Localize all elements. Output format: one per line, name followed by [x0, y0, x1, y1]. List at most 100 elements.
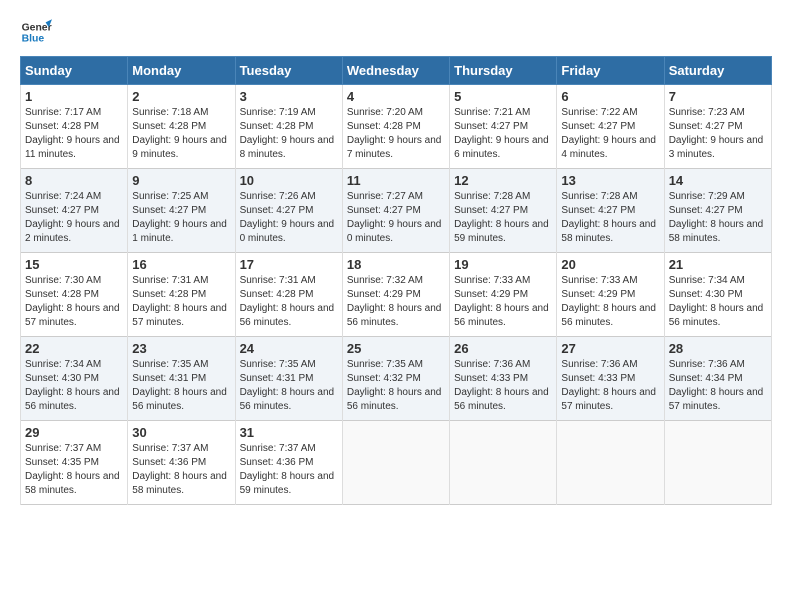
week-row-4: 22Sunrise: 7:34 AMSunset: 4:30 PMDayligh… — [21, 337, 772, 421]
week-row-3: 15 Sunrise: 7:30 AMSunset: 4:28 PMDayligh… — [21, 253, 772, 337]
day-number: 17 — [240, 257, 338, 272]
calendar-cell: 21 Sunrise: 7:34 AMSunset: 4:30 PMDayligh… — [664, 253, 771, 337]
header-day-friday: Friday — [557, 57, 664, 85]
calendar-cell: 28 Sunrise: 7:36 AMSunset: 4:34 PMDayligh… — [664, 337, 771, 421]
day-number: 25 — [347, 341, 445, 356]
day-info: Sunrise: 7:32 AMSunset: 4:29 PMDaylight:… — [347, 275, 442, 328]
day-number: 15 — [25, 257, 123, 272]
day-info: Sunrise: 7:18 AMSunset: 4:28 PMDaylight:… — [132, 107, 227, 160]
calendar-cell: 2 Sunrise: 7:18 AMSunset: 4:28 PMDaylight… — [128, 85, 235, 169]
svg-text:Blue: Blue — [22, 34, 45, 45]
day-info: Sunrise: 7:28 AMSunset: 4:27 PMDaylight:… — [454, 191, 549, 244]
calendar-cell: 17 Sunrise: 7:31 AMSunset: 4:28 PMDayligh… — [235, 253, 342, 337]
day-info: Sunrise: 7:28 AMSunset: 4:27 PMDaylight:… — [561, 191, 656, 244]
header: General Blue — [20, 16, 772, 48]
header-day-wednesday: Wednesday — [342, 57, 449, 85]
calendar-cell: 31 Sunrise: 7:37 AMSunset: 4:36 PMDayligh… — [235, 421, 342, 505]
day-info: Sunrise: 7:27 AMSunset: 4:27 PMDaylight:… — [347, 191, 442, 244]
header-day-saturday: Saturday — [664, 57, 771, 85]
day-number: 18 — [347, 257, 445, 272]
calendar-body: 1 Sunrise: 7:17 AMSunset: 4:28 PMDaylight… — [21, 85, 772, 505]
calendar-cell: 8 Sunrise: 7:24 AMSunset: 4:27 PMDaylight… — [21, 169, 128, 253]
calendar-cell: 27Sunrise: 7:36 AMSunset: 4:33 PMDayligh… — [557, 337, 664, 421]
logo-icon: General Blue — [20, 16, 52, 48]
header-row: SundayMondayTuesdayWednesdayThursdayFrid… — [21, 57, 772, 85]
day-number: 11 — [347, 173, 445, 188]
day-info: Sunrise: 7:35 AMSunset: 4:31 PMDaylight:… — [240, 359, 335, 412]
calendar-cell: 18 Sunrise: 7:32 AMSunset: 4:29 PMDayligh… — [342, 253, 449, 337]
day-info: Sunrise: 7:22 AMSunset: 4:27 PMDaylight:… — [561, 107, 656, 160]
day-number: 21 — [669, 257, 767, 272]
day-info: Sunrise: 7:36 AMSunset: 4:33 PMDaylight:… — [454, 359, 549, 412]
day-number: 22 — [25, 341, 123, 356]
header-day-tuesday: Tuesday — [235, 57, 342, 85]
calendar-cell — [342, 421, 449, 505]
calendar-cell — [664, 421, 771, 505]
calendar-cell — [450, 421, 557, 505]
day-info: Sunrise: 7:36 AMSunset: 4:34 PMDaylight:… — [669, 359, 764, 412]
calendar-cell — [557, 421, 664, 505]
day-number: 14 — [669, 173, 767, 188]
day-number: 9 — [132, 173, 230, 188]
calendar-cell: 30Sunrise: 7:37 AMSunset: 4:36 PMDayligh… — [128, 421, 235, 505]
day-number: 8 — [25, 173, 123, 188]
day-number: 2 — [132, 89, 230, 104]
day-number: 24 — [240, 341, 338, 356]
week-row-2: 8 Sunrise: 7:24 AMSunset: 4:27 PMDaylight… — [21, 169, 772, 253]
calendar-cell: 16 Sunrise: 7:31 AMSunset: 4:28 PMDayligh… — [128, 253, 235, 337]
day-info: Sunrise: 7:23 AMSunset: 4:27 PMDaylight:… — [669, 107, 764, 160]
calendar-cell: 11 Sunrise: 7:27 AMSunset: 4:27 PMDayligh… — [342, 169, 449, 253]
calendar-cell: 26 Sunrise: 7:36 AMSunset: 4:33 PMDayligh… — [450, 337, 557, 421]
day-number: 10 — [240, 173, 338, 188]
day-number: 31 — [240, 425, 338, 440]
calendar-cell: 15 Sunrise: 7:30 AMSunset: 4:28 PMDayligh… — [21, 253, 128, 337]
day-info: Sunrise: 7:19 AMSunset: 4:28 PMDaylight:… — [240, 107, 335, 160]
week-row-5: 29 Sunrise: 7:37 AMSunset: 4:35 PMDayligh… — [21, 421, 772, 505]
day-info: Sunrise: 7:20 AMSunset: 4:28 PMDaylight:… — [347, 107, 442, 160]
day-number: 29 — [25, 425, 123, 440]
day-info: Sunrise: 7:35 AMSunset: 4:32 PMDaylight:… — [347, 359, 442, 412]
day-info: Sunrise: 7:35 AMSunset: 4:31 PMDaylight:… — [132, 359, 227, 412]
day-number: 1 — [25, 89, 123, 104]
day-info: Sunrise: 7:29 AMSunset: 4:27 PMDaylight:… — [669, 191, 764, 244]
day-info: Sunrise: 7:37 AMSunset: 4:36 PMDaylight:… — [240, 443, 335, 496]
calendar-cell: 12Sunrise: 7:28 AMSunset: 4:27 PMDayligh… — [450, 169, 557, 253]
day-info: Sunrise: 7:24 AMSunset: 4:27 PMDaylight:… — [25, 191, 120, 244]
header-day-monday: Monday — [128, 57, 235, 85]
calendar-cell: 22Sunrise: 7:34 AMSunset: 4:30 PMDayligh… — [21, 337, 128, 421]
calendar-cell: 9 Sunrise: 7:25 AMSunset: 4:27 PMDaylight… — [128, 169, 235, 253]
day-number: 6 — [561, 89, 659, 104]
calendar-cell: 24 Sunrise: 7:35 AMSunset: 4:31 PMDayligh… — [235, 337, 342, 421]
day-info: Sunrise: 7:33 AMSunset: 4:29 PMDaylight:… — [561, 275, 656, 328]
day-number: 20 — [561, 257, 659, 272]
day-number: 27 — [561, 341, 659, 356]
calendar-cell: 1 Sunrise: 7:17 AMSunset: 4:28 PMDaylight… — [21, 85, 128, 169]
day-number: 26 — [454, 341, 552, 356]
day-info: Sunrise: 7:31 AMSunset: 4:28 PMDaylight:… — [240, 275, 335, 328]
calendar-cell: 3Sunrise: 7:19 AMSunset: 4:28 PMDaylight… — [235, 85, 342, 169]
day-info: Sunrise: 7:25 AMSunset: 4:27 PMDaylight:… — [132, 191, 227, 244]
day-number: 13 — [561, 173, 659, 188]
day-info: Sunrise: 7:33 AMSunset: 4:29 PMDaylight:… — [454, 275, 549, 328]
day-info: Sunrise: 7:17 AMSunset: 4:28 PMDaylight:… — [25, 107, 120, 160]
calendar-cell: 7 Sunrise: 7:23 AMSunset: 4:27 PMDaylight… — [664, 85, 771, 169]
calendar-cell: 23 Sunrise: 7:35 AMSunset: 4:31 PMDayligh… — [128, 337, 235, 421]
day-info: Sunrise: 7:34 AMSunset: 4:30 PMDaylight:… — [669, 275, 764, 328]
day-info: Sunrise: 7:26 AMSunset: 4:27 PMDaylight:… — [240, 191, 335, 244]
day-info: Sunrise: 7:21 AMSunset: 4:27 PMDaylight:… — [454, 107, 549, 160]
day-number: 16 — [132, 257, 230, 272]
day-number: 30 — [132, 425, 230, 440]
header-day-thursday: Thursday — [450, 57, 557, 85]
day-number: 28 — [669, 341, 767, 356]
calendar-cell: 5Sunrise: 7:21 AMSunset: 4:27 PMDaylight… — [450, 85, 557, 169]
calendar-cell: 19 Sunrise: 7:33 AMSunset: 4:29 PMDayligh… — [450, 253, 557, 337]
calendar-cell: 13 Sunrise: 7:28 AMSunset: 4:27 PMDayligh… — [557, 169, 664, 253]
day-info: Sunrise: 7:30 AMSunset: 4:28 PMDaylight:… — [25, 275, 120, 328]
calendar-cell: 6 Sunrise: 7:22 AMSunset: 4:27 PMDaylight… — [557, 85, 664, 169]
day-number: 7 — [669, 89, 767, 104]
day-info: Sunrise: 7:37 AMSunset: 4:35 PMDaylight:… — [25, 443, 120, 496]
day-info: Sunrise: 7:31 AMSunset: 4:28 PMDaylight:… — [132, 275, 227, 328]
calendar-cell: 29 Sunrise: 7:37 AMSunset: 4:35 PMDayligh… — [21, 421, 128, 505]
day-number: 19 — [454, 257, 552, 272]
day-number: 23 — [132, 341, 230, 356]
